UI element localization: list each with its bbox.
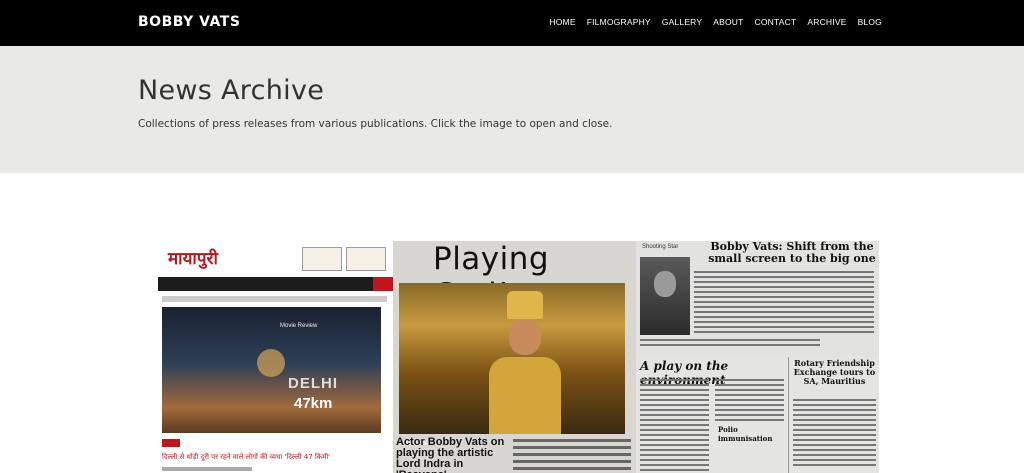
article-meta: [162, 467, 252, 471]
nav-filmography-link[interactable]: FILMOGRAPHY: [587, 17, 651, 27]
clipping-subhead: Polio immunisation: [718, 425, 773, 443]
article-text: [694, 271, 874, 336]
nav-contact-link[interactable]: CONTACT: [755, 17, 797, 27]
rotary-clipping[interactable]: Rotary Friendship Exchange tours to SA, …: [788, 357, 879, 473]
page-header: News Archive Collections of press releas…: [0, 46, 1024, 173]
mayapuri-menu-bar: [158, 277, 393, 291]
nav-gallery-link[interactable]: GALLERY: [662, 17, 702, 27]
main-nav: HOME FILMOGRAPHY GALLERY ABOUT CONTACT A…: [549, 17, 882, 27]
article-text-end: [640, 339, 820, 349]
ad-banner: [302, 247, 342, 271]
portrait-face: [654, 271, 676, 297]
face-shape: [509, 319, 541, 355]
poster-subtitle: 47km: [294, 395, 333, 412]
article-headline: दिल्ली से थोड़ी दूरी पर रहने वाले लोगों …: [162, 453, 331, 461]
clipping-caption: Actor Bobby Vats on playing the artistic…: [396, 436, 505, 473]
nav-home-link[interactable]: HOME: [549, 17, 575, 27]
category-tag: [162, 439, 180, 447]
site-brand[interactable]: BOBBY VATS: [138, 14, 240, 30]
actor-portrait: [640, 257, 690, 335]
nav-archive-link[interactable]: ARCHIVE: [807, 17, 846, 27]
page-title: News Archive: [138, 75, 325, 106]
menu-highlight: [373, 277, 393, 291]
playing-god-clipping[interactable]: Playing God! Bobby Vats Actor Bobby Vats…: [393, 241, 636, 473]
nav-about-link[interactable]: ABOUT: [713, 17, 743, 27]
clipping-title: Bobby Vats: Shift from the small screen …: [708, 241, 876, 265]
shooting-star-clipping[interactable]: Shooting Star Bobby Vats: Shift from the…: [636, 241, 879, 357]
mayapuri-masthead: मायापुरी: [150, 241, 393, 277]
poster-review-label: Movie Review: [280, 323, 318, 329]
costume-shape: [489, 357, 561, 434]
crown-shape: [507, 291, 543, 319]
ad-banner: [346, 247, 386, 271]
press-clippings-gallery: मायापुरी Movie Review DELHI 47km दिल्ली …: [150, 241, 879, 473]
mayapuri-clipping[interactable]: मायापुरी Movie Review DELHI 47km दिल्ली …: [150, 241, 393, 473]
top-navbar: BOBBY VATS HOME FILMOGRAPHY GALLERY ABOU…: [0, 0, 1024, 46]
poster-title: DELHI: [288, 375, 338, 392]
mayapuri-logo: मायापुरी: [168, 249, 218, 269]
section-label: Shooting Star: [642, 244, 679, 250]
poster-sun: [257, 349, 285, 377]
clipping-title: Rotary Friendship Exchange tours to SA, …: [793, 358, 876, 386]
lord-indra-photo: Bobby Vats: [399, 283, 625, 447]
movie-poster-image: Movie Review DELHI 47km: [162, 307, 381, 433]
breadcrumb: [162, 296, 387, 302]
environment-play-clipping[interactable]: A play on the environment Polio immunisa…: [636, 357, 788, 473]
article-text: [793, 399, 876, 469]
page-subtitle: Collections of press releases from vario…: [138, 118, 613, 130]
nav-blog-link[interactable]: BLOG: [858, 17, 882, 27]
article-text: [513, 439, 631, 473]
